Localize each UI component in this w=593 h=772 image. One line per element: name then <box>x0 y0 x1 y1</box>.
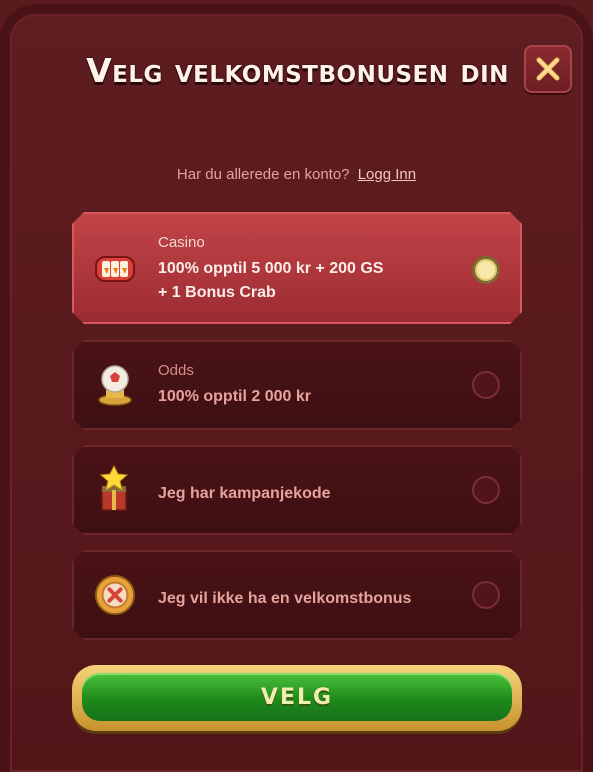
option-label: Casino <box>158 234 205 251</box>
velg-button-label: VELG <box>260 684 334 710</box>
option-promo-code[interactable]: Jeg har kampanjekode <box>72 445 522 535</box>
radio-unselected[interactable] <box>472 476 500 504</box>
option-offer-line1: 100% opptil 2 000 kr <box>158 388 311 405</box>
option-offer-line2: + 1 Bonus Crab <box>158 284 276 301</box>
login-prompt: Har du allerede en konto? Logg Inn <box>0 166 593 183</box>
option-offer-line1: Jeg har kampanjekode <box>158 485 331 502</box>
option-odds[interactable]: Odds 100% opptil 2 000 kr <box>72 340 522 430</box>
star-gift-box-icon <box>94 467 136 509</box>
option-odds-text: Odds 100% opptil 2 000 kr <box>158 362 311 409</box>
option-no-bonus-text: Jeg vil ikke ha en velkomstbonus <box>158 587 411 611</box>
option-casino-text: Casino 100% opptil 5 000 kr + 200 GS + 1… <box>158 234 383 305</box>
velg-button-face: VELG <box>82 673 512 721</box>
radio-selected[interactable] <box>472 256 500 284</box>
option-casino[interactable]: Casino 100% opptil 5 000 kr + 200 GS + 1… <box>72 212 522 324</box>
football-trophy-icon <box>94 364 136 406</box>
login-link[interactable]: Logg Inn <box>358 166 416 183</box>
close-button[interactable] <box>524 45 572 93</box>
login-prompt-text: Har du allerede en konto? <box>176 166 350 183</box>
option-promo-text: Jeg har kampanjekode <box>158 482 331 506</box>
option-no-bonus[interactable]: Jeg vil ikke ha en velkomstbonus <box>72 550 522 640</box>
option-label: Odds <box>158 362 194 379</box>
velg-button[interactable]: VELG <box>72 665 522 731</box>
modal-title: Velg velkomstbonusen din <box>86 51 509 90</box>
close-icon <box>536 57 560 81</box>
radio-unselected[interactable] <box>472 581 500 609</box>
slot-machine-icon <box>94 248 136 290</box>
option-offer-line1: 100% opptil 5 000 kr + 200 GS <box>158 260 384 277</box>
no-bonus-chip-icon <box>94 574 136 616</box>
option-offer-line1: Jeg vil ikke ha en velkomstbonus <box>158 590 412 607</box>
radio-unselected[interactable] <box>472 371 500 399</box>
